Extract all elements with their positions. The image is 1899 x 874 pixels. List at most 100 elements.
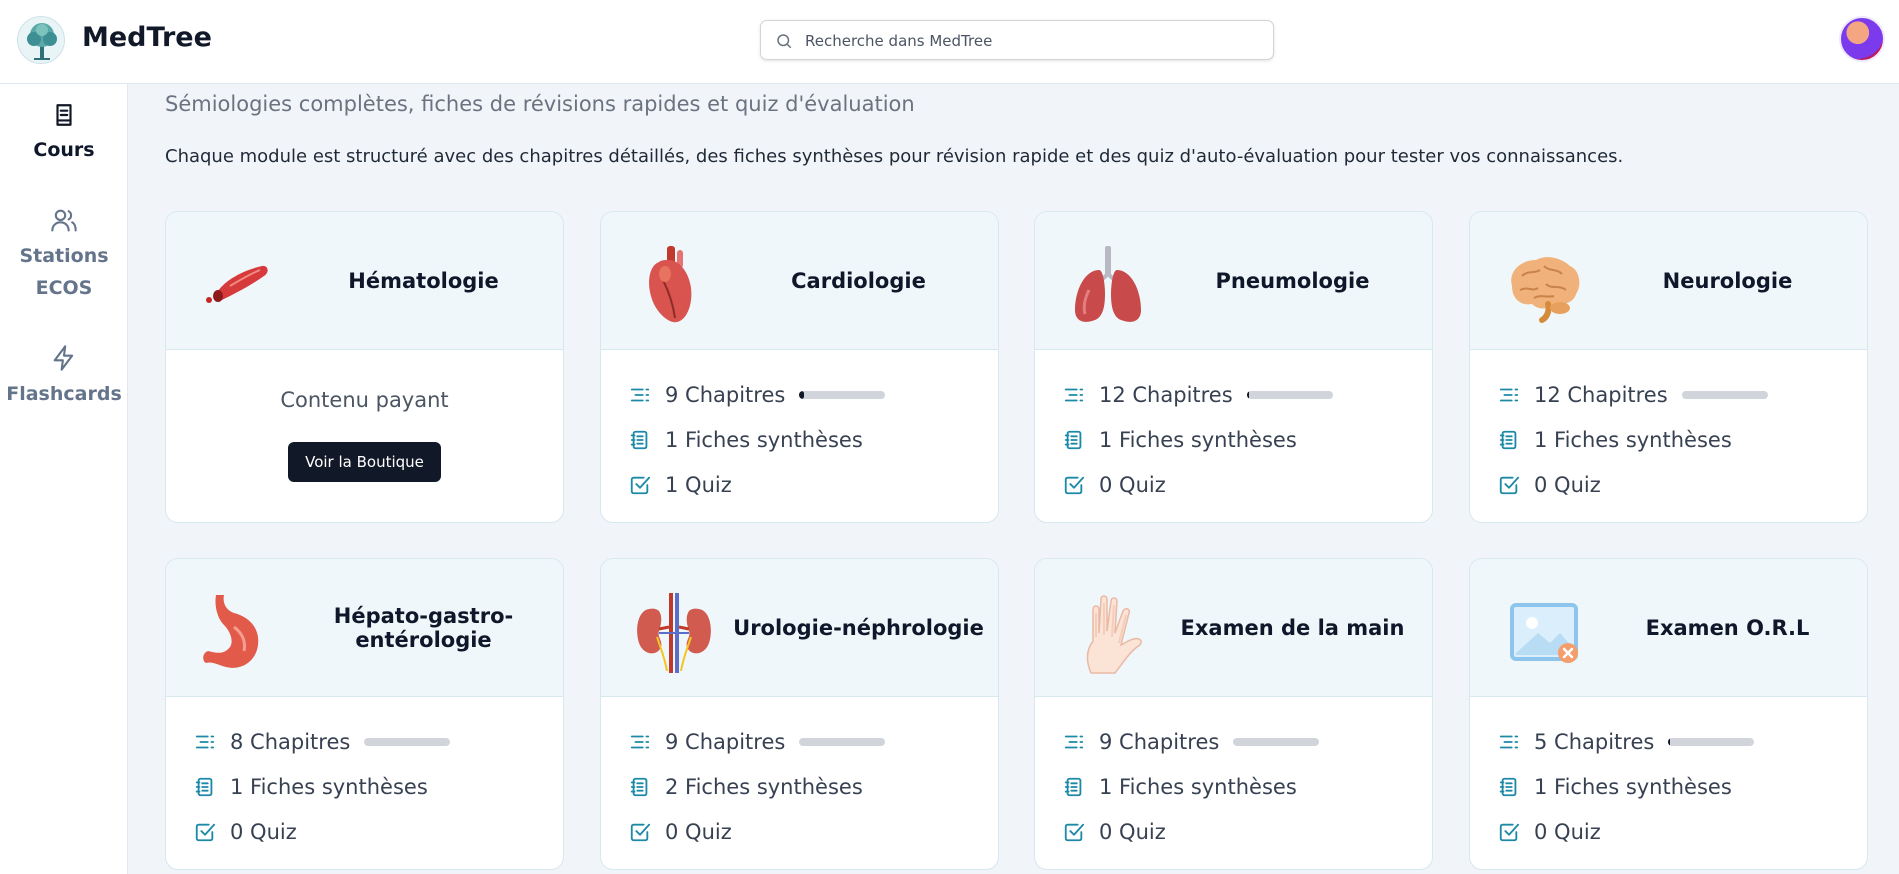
- notebook-icon: [195, 777, 213, 797]
- module-title: Pneumologie: [1215, 269, 1370, 293]
- shop-button[interactable]: Voir la Boutique: [288, 442, 441, 482]
- medtree-logo[interactable]: [17, 16, 65, 64]
- brand-name[interactable]: MedTree: [82, 22, 212, 53]
- module-title: Hépato-gastro-entérologie: [333, 604, 514, 652]
- quiz-count: 0 Quiz: [665, 820, 732, 844]
- card-header: Neurologie: [1470, 212, 1867, 350]
- module-card-hepato-gastro-enterologie[interactable]: Hépato-gastro-entérologie 8 Chapitres 1 …: [165, 558, 564, 870]
- fiches-count: 2 Fiches synthèses: [665, 775, 863, 799]
- sidebar-item-stations-ecos[interactable]: Stations ECOS: [0, 206, 128, 304]
- book-icon: [56, 104, 72, 126]
- checkbox-icon: [195, 823, 216, 842]
- page-description: Chaque module est structuré avec des cha…: [165, 146, 1624, 167]
- chapters-count: 9 Chapitres: [665, 383, 786, 407]
- list-icon: [1064, 735, 1084, 749]
- quiz-count: 0 Quiz: [230, 820, 297, 844]
- chapters-stat: 9 Chapitres: [629, 380, 886, 410]
- zap-icon: [53, 345, 74, 371]
- card-header: Urologie-néphrologie: [601, 559, 998, 697]
- notebook-icon: [1499, 777, 1517, 797]
- quiz-stat: 0 Quiz: [1063, 817, 1166, 847]
- module-card-hematologie[interactable]: Hématologie Contenu payant Voir la Bouti…: [165, 211, 564, 523]
- sidebar-item-label: Flashcards: [6, 383, 122, 405]
- card-body: 8 Chapitres 1 Fiches synthèses 0 Quiz: [166, 697, 563, 869]
- module-card-cardiologie[interactable]: Cardiologie 9 Chapitres 1 Fiches synthès…: [600, 211, 999, 523]
- sidebar-item-flashcards[interactable]: Flashcards: [0, 344, 128, 410]
- chapters-count: 9 Chapitres: [665, 730, 786, 754]
- module-card-urologie-nephrologie[interactable]: Urologie-néphrologie 9 Chapitres 2 Fiche…: [600, 558, 999, 870]
- heart-image: [649, 246, 692, 323]
- list-icon: [195, 735, 215, 749]
- card-body: 9 Chapitres 1 Fiches synthèses 0 Quiz: [1035, 697, 1432, 869]
- lungs-image: [1075, 246, 1141, 322]
- card-body: 12 Chapitres 1 Fiches synthèses 0 Quiz: [1035, 350, 1432, 522]
- notebook-icon: [1064, 777, 1082, 797]
- list-icon: [1499, 388, 1519, 402]
- quiz-count: 0 Quiz: [1534, 820, 1601, 844]
- progress-bar: [1681, 391, 1768, 399]
- search-bar[interactable]: [760, 20, 1274, 60]
- fiches-count: 1 Fiches synthèses: [1099, 428, 1297, 452]
- checkbox-icon: [630, 476, 651, 495]
- fiches-count: 1 Fiches synthèses: [1534, 428, 1732, 452]
- chapters-stat: 5 Chapitres: [1498, 727, 1755, 757]
- paid-content-label: Contenu payant: [280, 388, 449, 412]
- chapters-count: 8 Chapitres: [230, 730, 351, 754]
- progress-fill: [799, 391, 804, 399]
- fiches-count: 1 Fiches synthèses: [1534, 775, 1732, 799]
- notebook-icon: [630, 777, 648, 797]
- module-card-examen-orl[interactable]: Examen O.R.L 5 Chapitres 1 Fiches synthè…: [1469, 558, 1868, 870]
- quiz-count: 0 Quiz: [1099, 820, 1166, 844]
- module-title: Neurologie: [1662, 269, 1793, 293]
- card-body: 5 Chapitres 1 Fiches synthèses 0 Quiz: [1470, 697, 1867, 869]
- sidebar-item-cours[interactable]: Cours: [0, 102, 128, 166]
- sidebar-item-label: Cours: [33, 139, 95, 161]
- module-card-pneumologie[interactable]: Pneumologie 12 Chapitres 1 Fiches synthè…: [1034, 211, 1433, 523]
- quiz-count: 1 Quiz: [665, 473, 732, 497]
- module-title: Examen O.R.L: [1645, 616, 1810, 640]
- fiches-count: 1 Fiches synthèses: [665, 428, 863, 452]
- fiches-stat: 2 Fiches synthèses: [629, 772, 863, 802]
- checkbox-icon: [1499, 476, 1520, 495]
- module-title: Hématologie: [348, 269, 499, 293]
- progress-bar: [1668, 738, 1755, 746]
- blood-vessel-image: [206, 265, 268, 303]
- quiz-stat: 0 Quiz: [1498, 470, 1601, 500]
- list-icon: [1064, 388, 1084, 402]
- search-input[interactable]: [805, 29, 1255, 53]
- module-title: Cardiologie: [791, 269, 926, 293]
- chapters-count: 12 Chapitres: [1099, 383, 1233, 407]
- checkbox-icon: [1499, 823, 1520, 842]
- fiches-stat: 1 Fiches synthèses: [1498, 772, 1732, 802]
- module-card-examen-de-la-main[interactable]: Examen de la main 9 Chapitres 1 Fiches s…: [1034, 558, 1433, 870]
- avatar[interactable]: [1839, 16, 1885, 62]
- chapters-count: 9 Chapitres: [1099, 730, 1220, 754]
- quiz-count: 0 Quiz: [1534, 473, 1601, 497]
- module-title: Examen de la main: [1180, 616, 1405, 640]
- quiz-stat: 0 Quiz: [1498, 817, 1601, 847]
- checkbox-icon: [1064, 823, 1085, 842]
- notebook-icon: [1064, 430, 1082, 450]
- notebook-icon: [630, 430, 648, 450]
- fiches-stat: 1 Fiches synthèses: [1063, 425, 1297, 455]
- checkbox-icon: [630, 823, 651, 842]
- page-subtitle: Sémiologies complètes, fiches de révisio…: [165, 92, 915, 116]
- checkbox-icon: [1064, 476, 1085, 495]
- brain-image: [1511, 257, 1580, 323]
- quiz-count: 0 Quiz: [1099, 473, 1166, 497]
- chapters-stat: 8 Chapitres: [194, 727, 451, 757]
- broken-image-icon: [1510, 603, 1578, 663]
- users-icon: [51, 209, 77, 232]
- card-body: 9 Chapitres 2 Fiches synthèses 0 Quiz: [601, 697, 998, 869]
- module-card-neurologie[interactable]: Neurologie 12 Chapitres 1 Fiches synthès…: [1469, 211, 1868, 523]
- card-header: Hématologie: [166, 212, 563, 350]
- quiz-stat: 0 Quiz: [629, 817, 732, 847]
- list-icon: [1499, 735, 1519, 749]
- chapters-count: 12 Chapitres: [1534, 383, 1668, 407]
- sidebar: Cours Stations ECOS Flashcards: [0, 84, 128, 874]
- progress-fill: [1246, 391, 1250, 399]
- chapters-stat: 12 Chapitres: [1498, 380, 1768, 410]
- chapters-count: 5 Chapitres: [1534, 730, 1655, 754]
- search-icon: [777, 34, 792, 49]
- sidebar-item-label: Stations ECOS: [19, 245, 109, 299]
